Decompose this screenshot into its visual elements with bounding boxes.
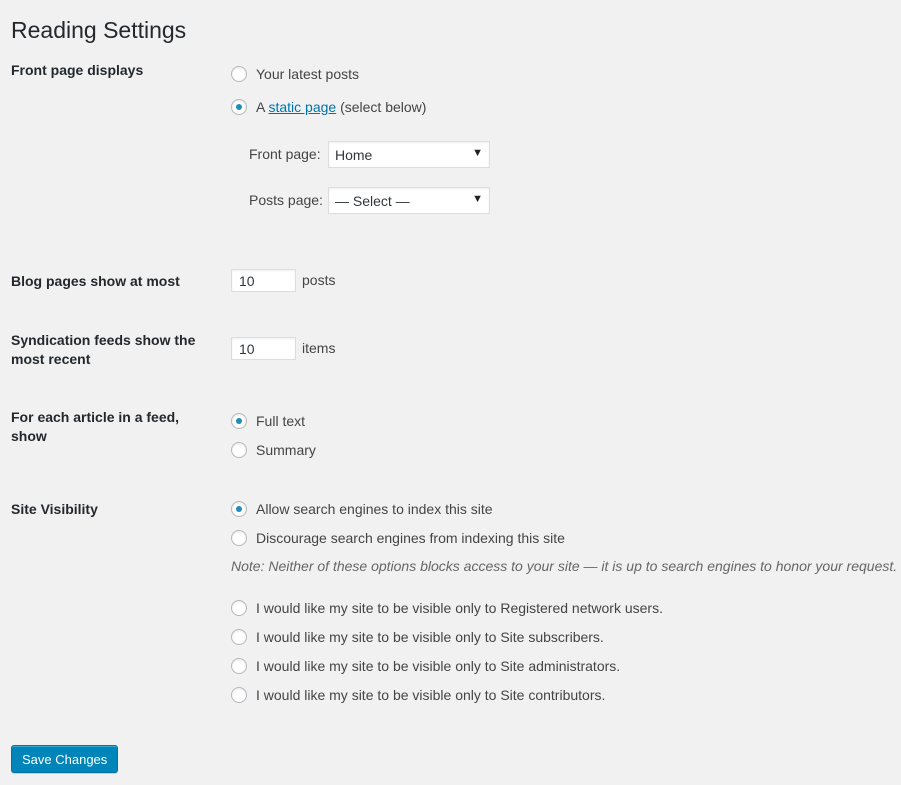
dropdown-arrow-icon: ▼ — [472, 147, 483, 159]
feed-article-label: For each article in a feed, show — [11, 409, 180, 444]
radio-visible-administrators-control[interactable] — [231, 658, 247, 674]
radio-discourage-search-engines[interactable]: Discourage search engines from indexing … — [231, 528, 565, 548]
radio-allow-search-engines[interactable]: Allow search engines to index this site — [231, 499, 493, 519]
front-page-displays-label: Front page displays — [11, 62, 144, 78]
radio-visible-administrators-label: I would like my site to be visible only … — [256, 658, 621, 674]
radio-static-page[interactable]: A static page (select below) — [231, 97, 426, 117]
radio-summary-control[interactable] — [231, 442, 247, 458]
radio-visible-registered-users[interactable]: I would like my site to be visible only … — [231, 598, 663, 618]
radio-visible-subscribers[interactable]: I would like my site to be visible only … — [231, 627, 604, 647]
posts-page-select[interactable]: — Select — ▼ — [328, 187, 490, 214]
save-changes-button[interactable]: Save Changes — [11, 745, 119, 773]
radio-visible-contributors-label: I would like my site to be visible only … — [256, 687, 606, 703]
radio-full-text[interactable]: Full text — [231, 411, 305, 431]
radio-allow-search-engines-label: Allow search engines to index this site — [256, 501, 493, 517]
radio-visible-registered-users-control[interactable] — [231, 600, 247, 616]
radio-visible-contributors-control[interactable] — [231, 687, 247, 703]
front-page-select[interactable]: Home ▼ — [328, 141, 490, 168]
dropdown-arrow-icon: ▼ — [472, 193, 483, 205]
radio-visible-contributors[interactable]: I would like my site to be visible only … — [231, 685, 605, 705]
radio-static-page-suffix: (select below) — [336, 99, 427, 115]
blog-pages-label: Blog pages show at most — [11, 273, 180, 289]
syndication-input[interactable] — [231, 337, 296, 360]
radio-discourage-search-engines-control[interactable] — [231, 530, 247, 546]
posts-page-select-label: Posts page: — [249, 192, 323, 208]
blog-pages-unit: posts — [302, 272, 336, 288]
radio-allow-search-engines-control[interactable] — [231, 501, 247, 517]
static-page-link[interactable]: static page — [268, 99, 336, 115]
radio-latest-posts[interactable]: Your latest posts — [231, 64, 359, 84]
radio-full-text-control[interactable] — [231, 413, 247, 429]
radio-summary[interactable]: Summary — [231, 440, 316, 460]
page-title: Reading Settings — [11, 17, 187, 44]
visibility-note: Note: Neither of these options blocks ac… — [231, 558, 898, 574]
front-page-select-value: Home — [335, 146, 373, 163]
site-visibility-label: Site Visibility — [11, 501, 98, 517]
front-page-select-label: Front page: — [249, 146, 321, 162]
syndication-unit: items — [302, 340, 336, 356]
blog-pages-input[interactable] — [231, 269, 296, 292]
radio-visible-registered-users-label: I would like my site to be visible only … — [256, 600, 663, 616]
radio-full-text-label: Full text — [256, 413, 306, 429]
radio-visible-subscribers-label: I would like my site to be visible only … — [256, 629, 604, 645]
radio-visible-subscribers-control[interactable] — [231, 629, 247, 645]
radio-discourage-search-engines-label: Discourage search engines from indexing … — [256, 530, 565, 546]
radio-visible-administrators[interactable]: I would like my site to be visible only … — [231, 656, 620, 676]
radio-static-page-control[interactable] — [231, 99, 247, 115]
radio-latest-posts-label: Your latest posts — [256, 66, 359, 82]
radio-static-page-prefix: A — [256, 99, 269, 115]
radio-latest-posts-control[interactable] — [231, 66, 247, 82]
posts-page-select-value: — Select — — [335, 192, 410, 209]
radio-summary-label: Summary — [256, 442, 316, 458]
syndication-label: Syndication feeds show the most recent — [11, 332, 196, 367]
